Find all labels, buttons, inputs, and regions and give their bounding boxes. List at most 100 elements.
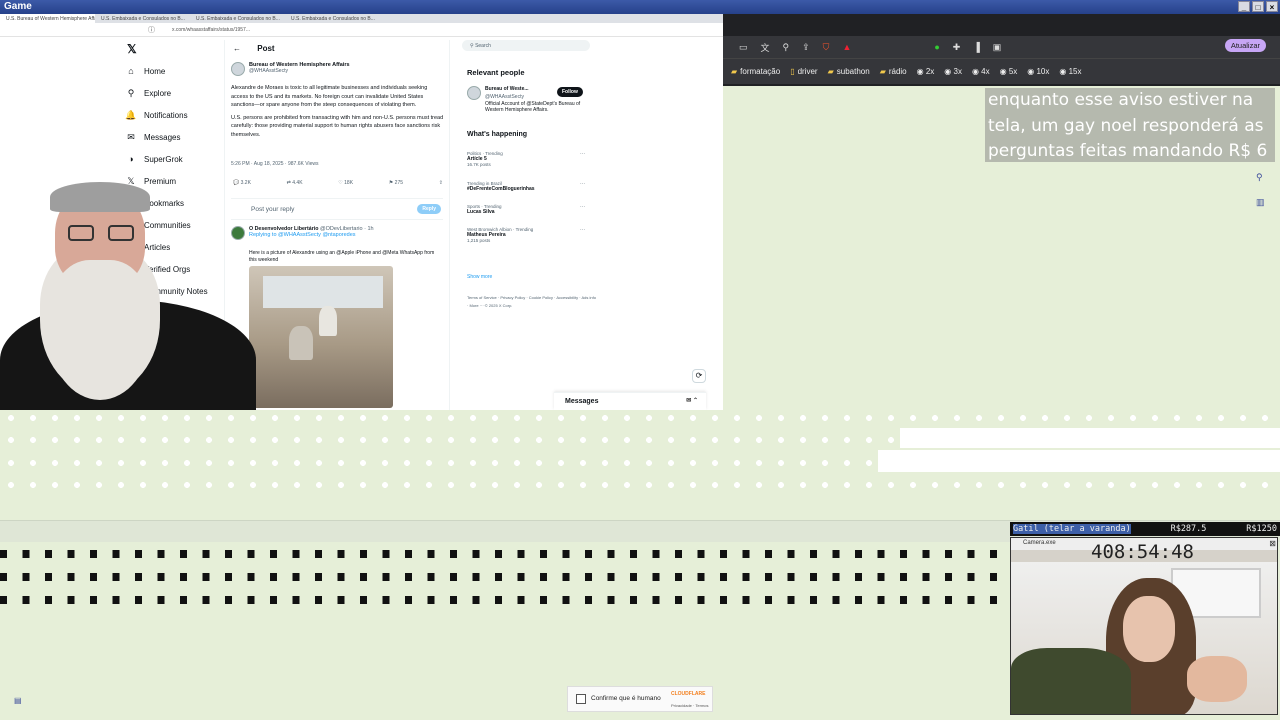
more-icon[interactable]: ···	[580, 181, 585, 187]
streamer-webcam	[0, 180, 256, 410]
share-icon[interactable]: ⇪	[439, 180, 443, 186]
bookmark-action[interactable]: ⚑ 275	[389, 180, 403, 186]
close-button[interactable]: ×	[1266, 1, 1278, 12]
nav-item-home[interactable]: ⌂ Home	[124, 60, 224, 82]
glasses	[68, 225, 94, 241]
back-arrow-icon[interactable]: ←	[233, 44, 241, 53]
messages-drawer[interactable]: Messages ✉ ⌃	[554, 392, 706, 410]
nav-label: Messages	[144, 132, 181, 142]
browser-tab[interactable]: U.S. Embaixada e Consulados no B...	[95, 14, 190, 23]
nav-item-explore[interactable]: ⚲ Explore	[124, 82, 224, 104]
show-more-link[interactable]: Show more	[467, 274, 492, 280]
more-icon[interactable]: ···	[580, 227, 585, 233]
reply-input[interactable]: Post your reply	[251, 206, 294, 213]
share-icon[interactable]: ⇪	[802, 42, 810, 53]
trend-item[interactable]: West Bromwich Albion · Trending Matheus …	[467, 227, 585, 243]
extension-badge[interactable]: ●	[934, 42, 939, 52]
bookmark-item[interactable]: ▰ formatação	[731, 67, 780, 76]
avatar[interactable]	[467, 86, 481, 100]
trend-item[interactable]: Politics · Trending Artícle 5 16.7K post…	[467, 151, 585, 167]
folder-icon: ▰	[827, 67, 834, 76]
bookmark-item[interactable]: ◉ 2x	[917, 67, 935, 76]
decorative-dots	[0, 596, 1008, 604]
webcam-person-beard-front	[48, 260, 152, 400]
webcam-person-face	[1123, 596, 1175, 662]
captcha-links[interactable]: Privacidade · Termos	[671, 703, 709, 708]
bookmark-item[interactable]: ◉ 3x	[944, 67, 962, 76]
post-author[interactable]: Bureau of Western Hemisphere Affairs @WH…	[231, 62, 350, 76]
brave-rewards-icon[interactable]: ▲	[842, 42, 851, 52]
search-input[interactable]: ⚲ Search	[462, 40, 590, 51]
window-title-bar: Game _ □ ×	[0, 0, 1280, 14]
close-icon[interactable]: ⊠	[1269, 539, 1276, 548]
extensions-icon[interactable]: ✚	[953, 42, 961, 53]
bookmark-item[interactable]: ◉ 10x	[1027, 67, 1049, 76]
zoom-icon[interactable]: ⚲	[1256, 172, 1272, 183]
url-text[interactable]: x.com/whaasstaffairs/status/1957...	[172, 27, 250, 33]
follow-button[interactable]: Follow	[557, 87, 583, 97]
decorative-dots	[0, 481, 1280, 489]
replying-to[interactable]: Replying to @WHAAsstSecty @ntaporedes	[249, 232, 374, 238]
goal-label: Gatil (telar a varanda)	[1013, 524, 1131, 534]
nav-item-notifications[interactable]: 🔔 Notifications	[124, 104, 224, 126]
chart-icon[interactable]: ▥	[1256, 197, 1272, 208]
taskbar-icon[interactable]: ▤	[14, 696, 26, 706]
relevant-person[interactable]: Bureau of Weste... @WHAAsstSecty Officia…	[467, 86, 595, 113]
avatar[interactable]	[231, 62, 245, 76]
more-icon[interactable]: ···	[580, 204, 585, 210]
browser-tab[interactable]: U.S. Embaixada e Consulados no B...	[190, 14, 285, 23]
nav-item-supergrok[interactable]: ◑ SuperGrok	[124, 148, 224, 170]
chevron-up-icon[interactable]: ✉ ⌃	[686, 397, 698, 404]
cast-icon[interactable]: ▭	[739, 42, 748, 53]
reply-post[interactable]: O Desenvolvedor Libertário @ODevLibertar…	[231, 226, 445, 408]
zoom-icon[interactable]: ⚲	[783, 42, 790, 53]
wallet-icon[interactable]: ▣	[993, 42, 1002, 53]
translate-icon[interactable]: 文	[761, 41, 770, 54]
browser-tab[interactable]: U.S. Embaixada e Consulados no B...	[285, 14, 380, 23]
nav-item-messages[interactable]: ✉ Messages	[124, 126, 224, 148]
trend-item[interactable]: Sports · Trending Lucas Silva ···	[467, 204, 585, 215]
mail-icon: ✉	[127, 131, 135, 142]
human-checkbox[interactable]	[576, 694, 586, 704]
more-icon[interactable]: ···	[580, 151, 585, 157]
author-handle[interactable]: @WHAAsstSecty	[249, 68, 350, 74]
captcha-label: Confirme que é humano	[591, 695, 661, 702]
browser-tab[interactable]: U.S. Bureau of Western Hemisphere Affair…	[0, 14, 95, 23]
goal-current: R$287.5	[1170, 524, 1207, 534]
cloudflare-captcha: Confirme que é humano CLOUDFLARE Privaci…	[567, 686, 713, 712]
browser-toolbar: ▭ 文 ⚲ ⇪ ⛉ ▲ ● ✚ ▐ ▣ Atualizar	[723, 36, 1280, 58]
bookmark-item[interactable]: ◉ 4x	[972, 67, 990, 76]
goal-total: R$1250	[1246, 524, 1277, 534]
update-button[interactable]: Atualizar	[1224, 39, 1266, 52]
person-handle[interactable]: @WHAAsstSecty	[485, 94, 524, 100]
address-bar[interactable]: ⓘ x.com/whaasstaffairs/status/1957...	[0, 23, 723, 37]
bookmark-item[interactable]: ▰ subathon	[828, 67, 870, 76]
site-info-icon[interactable]: ⓘ	[148, 25, 155, 35]
grok-icon: ◑	[128, 154, 134, 164]
maximize-button[interactable]: □	[1252, 1, 1264, 12]
bookmark-item[interactable]: ◉ 5x	[1000, 67, 1018, 76]
cloudflare-logo: CLOUDFLARE	[671, 691, 706, 697]
reply-composer[interactable]: Post your reply Reply	[231, 198, 443, 220]
reply-button[interactable]: Reply	[417, 204, 441, 214]
person-bio: Official Account of @StateDept's Bureau …	[485, 101, 581, 113]
person-name[interactable]: Bureau of Weste...	[485, 86, 529, 92]
repost-action[interactable]: ⇄ 4.4K	[287, 180, 303, 186]
browser-window-right: ▭ 文 ⚲ ⇪ ⛉ ▲ ● ✚ ▐ ▣ Atualizar ▰ formataçã…	[723, 14, 1280, 86]
trend-item[interactable]: Trending in Brazil #DeFrenteComBloguerin…	[467, 181, 585, 192]
camera-window-title: Camera.exe	[1023, 540, 1056, 546]
brave-shield-icon[interactable]: ⛉	[823, 42, 830, 53]
footer-links[interactable]: Terms of Service · Privacy Policy · Cook…	[467, 294, 597, 310]
reply-image[interactable]	[249, 266, 393, 408]
x-logo-icon[interactable]: 𝕏	[127, 42, 137, 56]
bookmark-item[interactable]: ◉ 15x	[1059, 67, 1081, 76]
bookmark-item[interactable]: ▯ driver	[790, 67, 817, 76]
grok-icon[interactable]: ⟳	[692, 369, 706, 383]
browser-tab-strip: U.S. Bureau of Western Hemisphere Affair…	[0, 14, 723, 23]
bookmark-item[interactable]: ▰ rádio	[880, 67, 907, 76]
decorative-dots	[0, 459, 880, 467]
sidebar-icon[interactable]: ▐	[973, 42, 979, 52]
post-meta: 5:26 PM · Aug 18, 2025 · 987.6K Views	[231, 161, 319, 167]
like-action[interactable]: ♡ 18K	[338, 180, 353, 186]
minimize-button[interactable]: _	[1238, 1, 1250, 12]
